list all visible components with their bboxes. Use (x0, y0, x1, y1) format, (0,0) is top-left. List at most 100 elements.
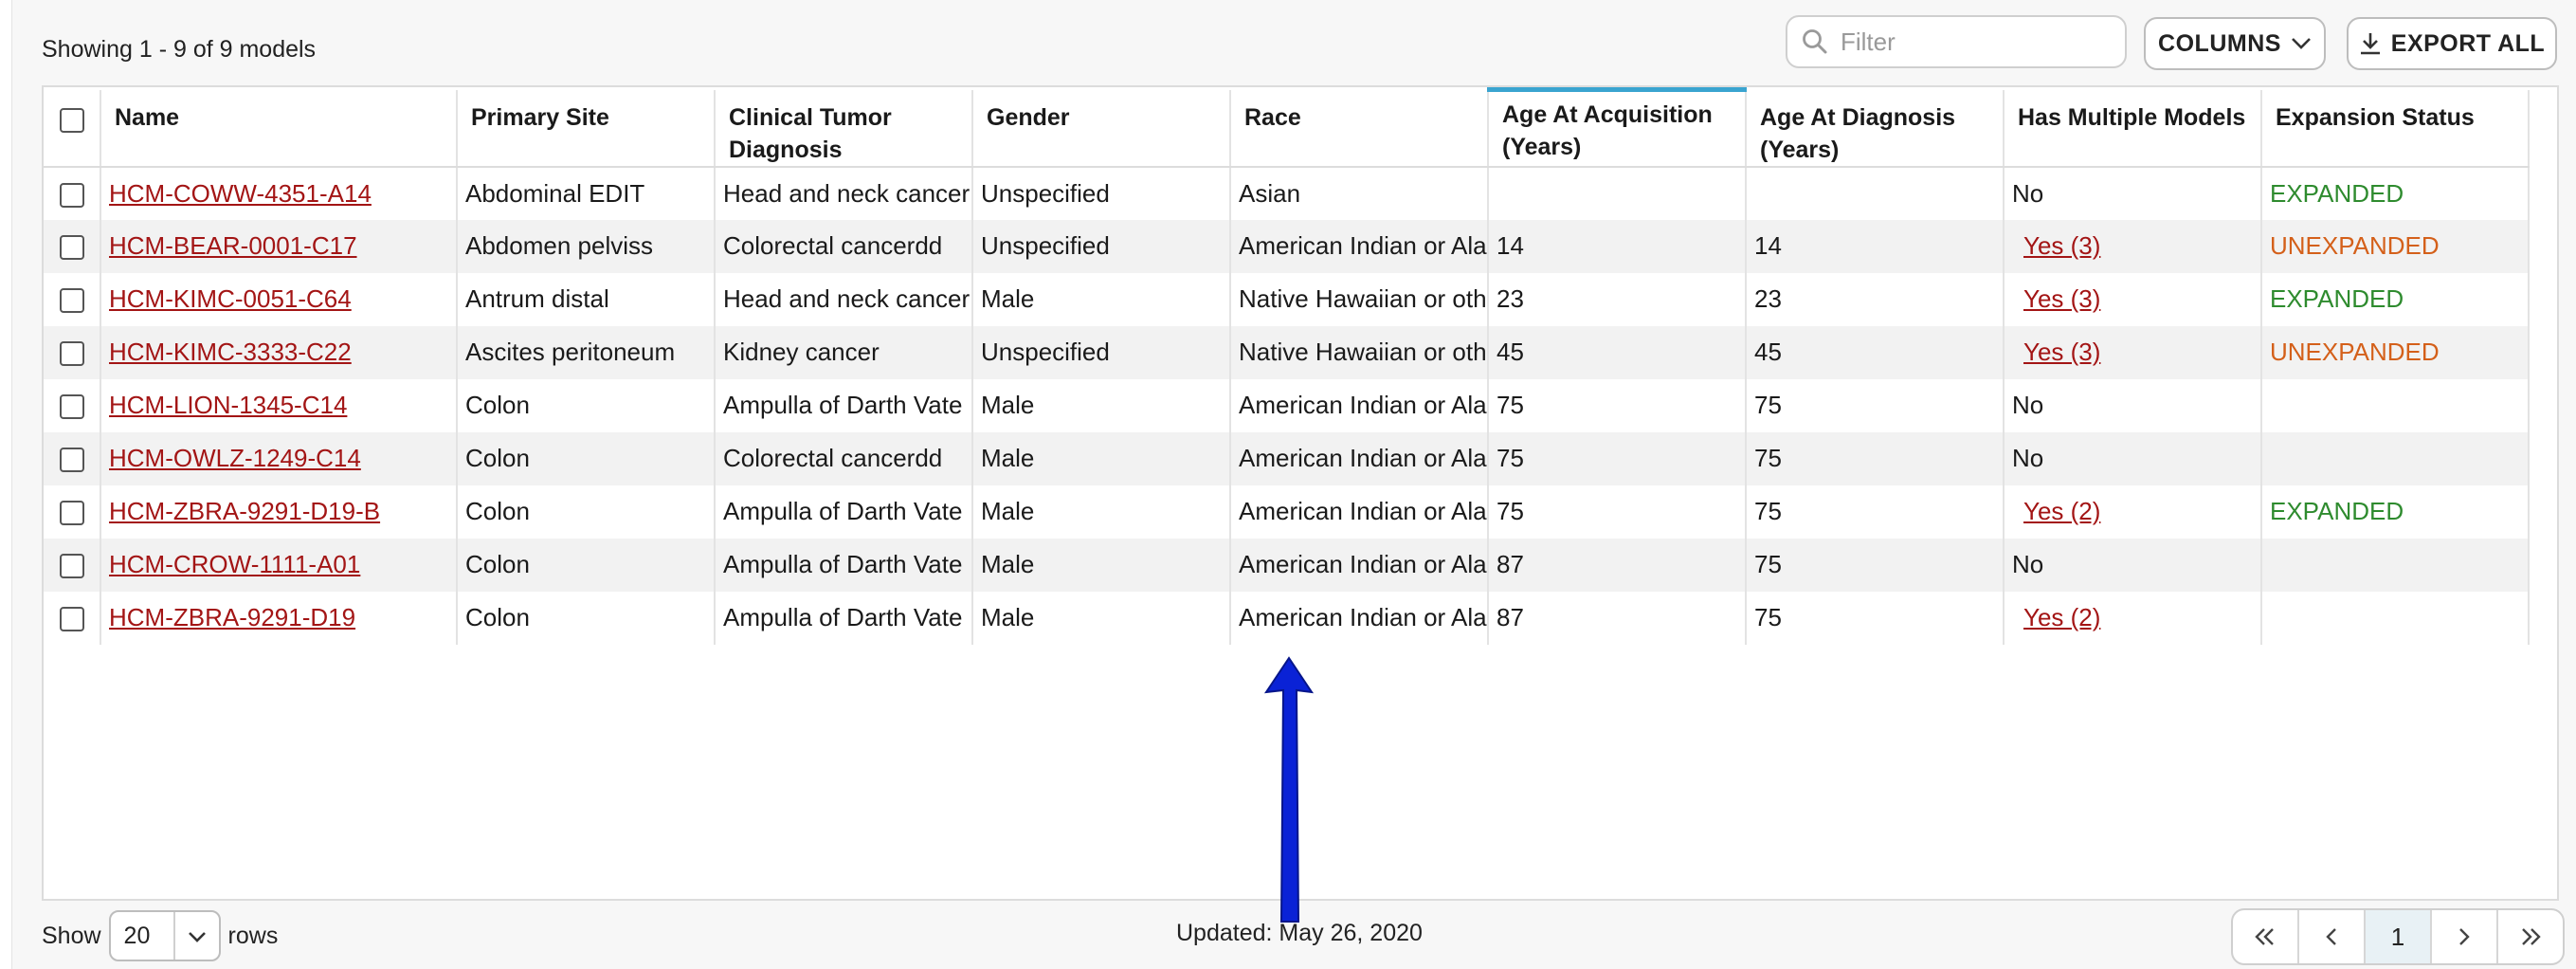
row-checkbox[interactable] (59, 182, 84, 208)
cell-expansion-status (2261, 431, 2530, 485)
cell-race: American Indian or Ala (1230, 484, 1489, 539)
cell-age-at-acquisition (1488, 166, 1747, 220)
cell-expansion-status (2261, 378, 2530, 432)
select-all-checkbox[interactable] (59, 107, 84, 133)
cell-age-at-acquisition: 87 (1488, 538, 1747, 592)
cell-expansion-status: EXPANDED (2261, 484, 2530, 539)
columns-button-label: COLUMNS (2158, 29, 2281, 57)
filter-input[interactable] (1839, 26, 2117, 58)
cell-primary-site: Abdomen pelviss (457, 219, 716, 273)
cell-expansion-status (2261, 591, 2530, 645)
table-row[interactable]: HCM-ZBRA-9291-D19-B Colon Ampulla of Darth… (44, 484, 2530, 539)
cell-race: American Indian or Ala (1230, 538, 1489, 592)
cell-name: HCM-LION-1345-C14 (100, 378, 458, 432)
row-checkbox[interactable] (59, 501, 84, 526)
select-divider (172, 912, 175, 960)
table-row[interactable]: HCM-ZBRA-9291-D19 Colon Ampulla of Darth V… (44, 591, 2530, 645)
table-row[interactable]: HCM-KIMC-0051-C64 Antrum distal Head and n… (44, 272, 2530, 326)
model-name-link[interactable]: HCM-CROW-1111-A01 (109, 550, 360, 578)
row-checkbox[interactable] (59, 554, 84, 579)
multiple-models-link[interactable]: Yes (3) (2023, 338, 2100, 366)
filter-box[interactable] (1786, 15, 2127, 68)
table-row[interactable]: HCM-COWW-4351-A14 Abdominal EDIT Head and … (44, 166, 2530, 220)
cell-primary-site: Colon (457, 484, 716, 539)
row-checkbox[interactable] (59, 607, 84, 632)
cell-clinical-tumor-diagnosis: Ampulla of Darth Vate (715, 591, 973, 645)
table-row[interactable]: HCM-CROW-1111-A01 Colon Ampulla of Darth V… (44, 538, 2530, 592)
header-gender[interactable]: Gender (972, 89, 1231, 168)
model-name-link[interactable]: HCM-ZBRA-9291-D19 (109, 603, 355, 631)
table-header-row: Name Primary Site Clinical Tumor Diagnos… (44, 87, 2530, 168)
page-1-button[interactable]: 1 (2366, 910, 2432, 963)
rows-per-page-select[interactable]: 20 (108, 910, 221, 961)
cell-clinical-tumor-diagnosis: Ampulla of Darth Vate (715, 378, 973, 432)
cell-clinical-tumor-diagnosis: Colorectal cancerdd (715, 219, 973, 273)
cell-name: HCM-BEAR-0001-C17 (100, 219, 458, 273)
header-expansion-status[interactable]: Expansion Status (2261, 89, 2530, 168)
header-age-at-diagnosis[interactable]: Age At Diagnosis (Years) (1746, 89, 2005, 168)
row-checkbox[interactable] (59, 394, 84, 420)
columns-button[interactable]: COLUMNS (2144, 17, 2326, 70)
export-all-button[interactable]: EXPORT ALL (2347, 17, 2557, 70)
row-select-cell (44, 484, 101, 539)
cell-has-multiple-models: No (2004, 378, 2262, 432)
cell-primary-site: Colon (457, 591, 716, 645)
header-has-multiple-models[interactable]: Has Multiple Models (2004, 89, 2262, 168)
model-name-link[interactable]: HCM-BEAR-0001-C17 (109, 231, 357, 260)
model-name-link[interactable]: HCM-OWLZ-1249-C14 (109, 444, 361, 472)
multiple-models-link[interactable]: Yes (2) (2023, 603, 2100, 631)
first-page-button[interactable] (2233, 910, 2299, 963)
double-chevron-right-icon (2522, 928, 2541, 945)
header-primary-site[interactable]: Primary Site (457, 89, 716, 168)
multiple-models-link[interactable]: Yes (2) (2023, 497, 2100, 525)
cell-name: HCM-COWW-4351-A14 (100, 166, 458, 220)
multiple-models-link[interactable]: Yes (3) (2023, 231, 2100, 260)
table-row[interactable]: HCM-KIMC-3333-C22 Ascites peritoneum Kidne… (44, 325, 2530, 379)
row-checkbox[interactable] (59, 235, 84, 261)
multiple-models-link[interactable]: Yes (3) (2023, 284, 2100, 313)
cell-has-multiple-models: No (2004, 166, 2262, 220)
header-clinical-tumor-diagnosis[interactable]: Clinical Tumor Diagnosis (715, 89, 973, 168)
model-name-link[interactable]: HCM-KIMC-3333-C22 (109, 338, 352, 366)
model-name-link[interactable]: HCM-KIMC-0051-C64 (109, 284, 352, 313)
prev-page-button[interactable] (2299, 910, 2366, 963)
table-row[interactable]: HCM-LION-1345-C14 Colon Ampulla of Darth V… (44, 378, 2530, 432)
cell-gender: Male (972, 538, 1231, 592)
chevron-left-icon (2326, 928, 2336, 945)
row-checkbox[interactable] (59, 341, 84, 367)
cell-clinical-tumor-diagnosis: Colorectal cancerdd (715, 431, 973, 485)
cell-race: Native Hawaiian or oth (1230, 325, 1489, 379)
cell-has-multiple-models: Yes (2) (2004, 591, 2262, 645)
cell-has-multiple-models: No (2004, 538, 2262, 592)
header-age-at-acquisition[interactable]: Age At Acquisition (Years) (1488, 87, 1747, 168)
table-row[interactable]: HCM-OWLZ-1249-C14 Colon Colorectal cancerd… (44, 431, 2530, 485)
cell-age-at-diagnosis: 75 (1746, 378, 2005, 432)
cell-has-multiple-models: Yes (3) (2004, 272, 2262, 326)
cell-age-at-diagnosis: 14 (1746, 219, 2005, 273)
cell-gender: Male (972, 484, 1231, 539)
model-name-link[interactable]: HCM-ZBRA-9291-D19-B (109, 497, 380, 525)
cell-primary-site: Antrum distal (457, 272, 716, 326)
header-name[interactable]: Name (100, 89, 458, 168)
next-page-button[interactable] (2432, 910, 2498, 963)
model-name-link[interactable]: HCM-COWW-4351-A14 (109, 179, 372, 208)
cell-clinical-tumor-diagnosis: Ampulla of Darth Vate (715, 484, 973, 539)
chevron-down-icon (188, 932, 206, 942)
model-name-link[interactable]: HCM-LION-1345-C14 (109, 391, 347, 419)
row-checkbox[interactable] (59, 448, 84, 473)
cell-clinical-tumor-diagnosis: Head and neck cancer (715, 272, 973, 326)
row-checkbox[interactable] (59, 288, 84, 314)
cell-name: HCM-ZBRA-9291-D19 (100, 591, 458, 645)
rows-per-page-value: 20 (123, 922, 151, 949)
cell-name: HCM-KIMC-3333-C22 (100, 325, 458, 379)
table-row[interactable]: HCM-BEAR-0001-C17 Abdomen pelviss Colorect… (44, 219, 2530, 273)
cell-age-at-diagnosis: 23 (1746, 272, 2005, 326)
row-select-cell (44, 166, 101, 220)
cell-expansion-status: UNEXPANDED (2261, 219, 2530, 273)
cell-age-at-acquisition: 75 (1488, 484, 1747, 539)
last-page-button[interactable] (2498, 910, 2563, 963)
header-race[interactable]: Race (1230, 89, 1489, 168)
cell-age-at-diagnosis: 75 (1746, 431, 2005, 485)
cell-primary-site: Abdominal EDIT (457, 166, 716, 220)
row-select-cell (44, 378, 101, 432)
